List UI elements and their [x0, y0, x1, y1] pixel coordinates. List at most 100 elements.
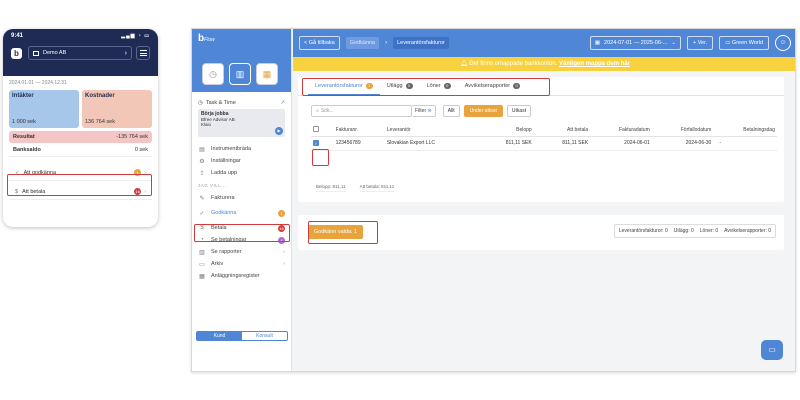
highlight-approve-button: [308, 221, 378, 244]
map-accounts-link[interactable]: Vänligen mappa dem här: [559, 61, 630, 67]
company-button[interactable]: ▭ Green World: [719, 36, 769, 50]
toggle-customer[interactable]: Kund: [197, 332, 242, 340]
role-toggle[interactable]: Kund Konsult: [196, 331, 288, 341]
highlight-checkbox: [312, 149, 329, 166]
task-card[interactable]: Börja jobba Bfree Advisor AB Klaio ▶: [198, 109, 285, 137]
company-name: Demo AB: [43, 50, 67, 56]
highlight-approve-row: [7, 174, 152, 196]
task-time-header: ◷ Task & Time ↗: [198, 100, 285, 106]
top-bar: < Gå tillbaka Godkänna › Leverantörsfakt…: [293, 29, 795, 57]
sidebar-item-upload[interactable]: ⇪ Ladda upp: [192, 167, 291, 179]
mobile-header: 9:41 ▂▄▆ ◔ ▭ b Demo AB ›: [3, 29, 158, 76]
pay-day: -: [713, 136, 777, 151]
user-avatar-icon[interactable]: ☺: [775, 35, 791, 51]
briefcase-icon: [33, 50, 39, 56]
bank-balance-row: Banksaldo 0 sek: [9, 143, 152, 157]
highlight-tabs: [302, 78, 550, 96]
section-label: JAG VILL...: [198, 183, 227, 188]
pen-icon: ✎: [199, 195, 205, 202]
result-label: Resultat: [13, 134, 35, 140]
clock-icon[interactable]: ◷: [202, 63, 224, 85]
chart-icon: ▥: [199, 249, 205, 256]
toggle-consultant[interactable]: Konsult: [242, 332, 287, 340]
result-row: Resultat -135 764 sek: [9, 131, 152, 143]
to-pay: 811,11 SEK: [533, 136, 591, 151]
chevron-right-icon: ›: [124, 49, 127, 57]
back-button[interactable]: < Gå tillbaka: [299, 36, 340, 50]
search-input[interactable]: ⌕ Sök...: [311, 105, 412, 117]
result-value: -135 764 sek: [116, 134, 148, 140]
chevron-down-icon: ⌄: [671, 40, 676, 46]
invoice-number: 123456789: [333, 136, 385, 151]
table-row[interactable]: ✓ 123456789 Slovakian Export LLC 811,11 …: [311, 136, 777, 151]
table-header-row: Fakturanr. Leverantör Belopp Att betala …: [311, 124, 777, 137]
upload-icon: ⇪: [199, 170, 205, 177]
filter-all[interactable]: Allt: [442, 105, 460, 117]
bank-label: Banksaldo: [13, 146, 41, 153]
sidebar-item-approve[interactable]: ✓ Godkänna 1: [192, 207, 291, 219]
breadcrumb-current: Leverantörsfakturor: [393, 37, 449, 49]
app-logo: b: [11, 47, 22, 59]
archive-icon: ▭: [199, 261, 205, 268]
new-version-button[interactable]: + Ver.: [686, 36, 714, 50]
filter-icon: ⊜: [427, 108, 432, 114]
filter-under-review[interactable]: Under attest: [463, 105, 503, 117]
sidebar-item-archive[interactable]: ▭ Arkiv ›: [192, 258, 291, 270]
due-date: 2024-06-30: [651, 136, 714, 151]
sidebar-item-reports[interactable]: ▥ Se rapporter ›: [192, 246, 291, 258]
brand-logo: bFlow: [198, 33, 215, 44]
gear-icon: ⚙: [199, 158, 205, 165]
menu-icon[interactable]: [136, 46, 150, 60]
dashboard-icon: ▤: [199, 146, 205, 153]
filter-button[interactable]: Filter ⊜: [412, 105, 436, 117]
total-amount: Belopp: 811,11: [316, 184, 346, 192]
cost-card[interactable]: Kostnader 136 764 sek: [82, 90, 152, 128]
sidebar-item-invoice[interactable]: ✎ Fakturera: [192, 192, 291, 204]
selection-summary: Leverantörsfakturor: 0 Utlägg: 0 Löner: …: [613, 224, 776, 238]
clock-icon: ◷: [198, 100, 203, 106]
mobile-app-preview: 9:41 ▂▄▆ ◔ ▭ b Demo AB › 2024.01.01 — 20…: [3, 29, 158, 227]
sidebar-item-settings[interactable]: ⚙ Inställningar: [192, 155, 291, 167]
task-status: Klaio: [201, 122, 212, 127]
breadcrumb-separator: ›: [385, 40, 388, 46]
income-value: 1 000 sek: [12, 119, 36, 125]
total-to-pay: Att betala: 811,11: [359, 184, 395, 192]
income-card[interactable]: Intäkter 1 000 sek: [9, 90, 79, 128]
invoice-date: 2024-06-01: [590, 136, 652, 151]
highlight-approve-nav: [194, 224, 290, 242]
warning-banner: 🔔︎ Det finns omappade bankkonton. Vänlig…: [293, 57, 795, 71]
select-all-checkbox[interactable]: [313, 125, 319, 132]
approve-count-badge: 1: [278, 209, 285, 217]
sidebar-item-dashboard[interactable]: ▤ Instrumentbräda: [192, 143, 291, 155]
check-icon: ✓: [199, 210, 205, 217]
calendar-icon: ▦: [594, 40, 601, 46]
status-bar: 9:41 ▂▄▆ ◔ ▭: [11, 33, 150, 39]
status-time: 9:41: [11, 33, 24, 39]
company-selector[interactable]: Demo AB ›: [28, 46, 132, 60]
filter-draft[interactable]: Utkast: [506, 105, 532, 117]
cost-label: Kostnader: [85, 93, 115, 99]
cost-value: 136 764 sek: [85, 119, 115, 125]
desktop-app-window: bFlow ◷ ▥ ▦ ◷ Task & Time ↗ Börja jobba …: [191, 28, 796, 372]
sidebar: bFlow ◷ ▥ ▦ ◷ Task & Time ↗ Börja jobba …: [192, 29, 292, 371]
date-range-selector[interactable]: ▦ 2024-07-01 — 2025-06-... ⌄: [589, 36, 681, 50]
chat-bubble-icon[interactable]: ▭: [761, 340, 783, 360]
briefcase-icon: ▭: [725, 40, 732, 46]
bell-icon: 🔔︎: [459, 61, 470, 67]
supplier-name: Slovakian Export LLC: [384, 136, 478, 151]
external-link-icon[interactable]: ↗: [280, 100, 285, 106]
grid-icon[interactable]: ▦: [256, 63, 278, 85]
play-icon[interactable]: ▶: [275, 127, 283, 135]
bank-value: 0 sek: [134, 146, 148, 153]
row-checkbox[interactable]: ✓: [313, 139, 319, 146]
book-icon[interactable]: ▥: [229, 63, 251, 85]
main-content: < Gå tillbaka Godkänna › Leverantörsfakt…: [293, 29, 795, 371]
invoice-table: Fakturanr. Leverantör Belopp Att betala …: [311, 124, 777, 151]
table-totals: Belopp: 811,11 Att betala: 811,11: [316, 184, 395, 192]
breadcrumb-approve[interactable]: Godkänna: [345, 37, 380, 49]
register-icon: ▦: [199, 273, 205, 280]
sidebar-item-assets[interactable]: ▦ Anläggningsregister: [192, 270, 291, 282]
invoice-panel: Leverantörsfakturor 1 Utlägg 0 Löner 0 Avvi…: [298, 77, 784, 202]
period-label: 2024.01.01 — 2024.12.31: [9, 80, 67, 86]
search-icon: ⌕: [316, 108, 319, 114]
